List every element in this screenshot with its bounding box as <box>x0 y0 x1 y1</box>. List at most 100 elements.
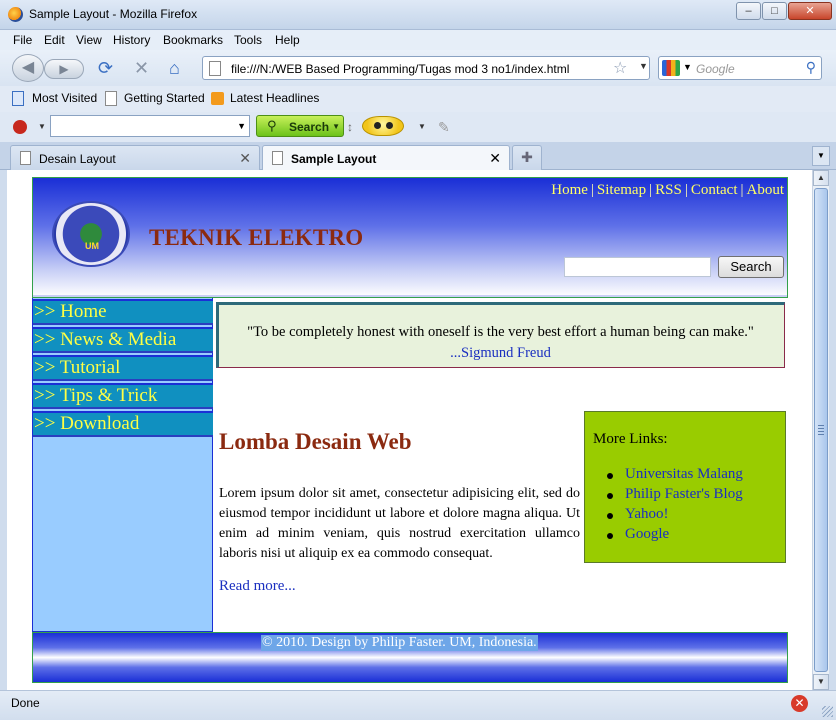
web-page: Home | Sitemap | RSS | Contact | About UM TEKNIK… <box>32 177 788 683</box>
sidebar: >> Home >> News & Media >> Tutorial >> T… <box>32 298 214 632</box>
close-tab-icon[interactable]: ✕ <box>239 150 251 167</box>
grip-icon <box>818 425 824 435</box>
menu-tools[interactable]: Tools <box>234 33 262 47</box>
university-logo: UM <box>52 201 130 267</box>
plus-icon: ✚ <box>521 149 533 165</box>
menu-view[interactable]: View <box>76 33 102 47</box>
highlighter-icon[interactable]: ✎ <box>438 119 450 136</box>
menu-edit[interactable]: Edit <box>44 33 65 47</box>
link-yahoo[interactable]: Yahoo! <box>593 506 743 526</box>
toolbar-separator-icon: ↕ <box>347 120 353 134</box>
site-title: TEKNIK ELEKTRO <box>149 225 364 250</box>
smiley-icon[interactable] <box>362 116 404 136</box>
toolbar-search-combo[interactable]: ▼ <box>50 115 250 137</box>
stop-icon[interactable]: ✕ <box>134 58 149 78</box>
scroll-down-button[interactable]: ▼ <box>813 674 829 690</box>
forward-button[interactable]: ▶ <box>44 59 84 79</box>
site-search-button[interactable]: Search <box>718 256 784 278</box>
main-content: "To be completely honest with oneself is… <box>213 298 788 632</box>
menu-bookmarks[interactable]: Bookmarks <box>163 33 223 47</box>
maximize-button[interactable]: □ <box>762 2 787 20</box>
bookmark-latest-headlines[interactable]: Latest Headlines <box>230 91 319 105</box>
toolbar-search-label: Search <box>289 120 330 134</box>
link-philip-faster-blog[interactable]: Philip Faster's Blog <box>593 486 743 506</box>
smiley-dropdown-icon[interactable]: ▼ <box>418 122 426 131</box>
search-engine-dropdown-icon[interactable]: ▼ <box>683 62 692 72</box>
rss-icon <box>211 92 224 105</box>
tab-label: Sample Layout <box>291 152 377 166</box>
tab-list-button[interactable]: ▼ <box>812 146 830 166</box>
bookmark-getting-started[interactable]: Getting Started <box>124 91 205 105</box>
tab-bar: Desain Layout ✕ Sample Layout ✕ ✚ ▼ <box>0 142 836 171</box>
combo-dropdown-icon[interactable]: ▼ <box>237 121 246 131</box>
resize-grip-icon[interactable] <box>822 706 833 717</box>
search-icon[interactable]: ⚲ <box>806 59 816 76</box>
window-title: Sample Layout - Mozilla Firefox <box>29 7 198 21</box>
reload-icon[interactable]: ⟳ <box>98 58 113 78</box>
chevron-down-icon: ▼ <box>817 151 825 160</box>
web-search-box[interactable]: ▼ Google ⚲ <box>658 56 822 80</box>
toolbar-search-dropdown-icon[interactable]: ▼ <box>332 122 340 131</box>
tab-desain-layout[interactable]: Desain Layout ✕ <box>10 145 260 170</box>
link-google[interactable]: Google <box>593 526 743 546</box>
logo-text: UM <box>85 241 99 251</box>
tab-sample-layout[interactable]: Sample Layout ✕ <box>262 145 510 171</box>
link-universitas-malang[interactable]: Universitas Malang <box>593 466 743 486</box>
getting-started-icon <box>105 91 117 106</box>
top-links: Home | Sitemap | RSS | Contact | About <box>551 182 784 199</box>
tab-page-icon <box>20 151 31 165</box>
close-window-button[interactable]: ✕ <box>788 2 832 20</box>
bookmark-star-icon[interactable]: ☆ <box>613 58 627 78</box>
toolbar-search-button[interactable]: ⚲ Search ▼ <box>256 115 344 137</box>
new-tab-button[interactable]: ✚ <box>512 145 542 170</box>
top-link-sitemap[interactable]: Sitemap <box>597 182 646 198</box>
read-more-link[interactable]: Read more... <box>219 578 296 595</box>
article-title: Lomba Desain Web <box>219 429 412 454</box>
quote-text: "To be completely honest with oneself is… <box>247 324 754 340</box>
more-links-heading: More Links: <box>593 431 668 447</box>
site-footer: © 2010. Design by Philip Faster. UM, Ind… <box>32 632 788 683</box>
site-header: Home | Sitemap | RSS | Contact | About UM TEKNIK… <box>32 177 788 298</box>
menu-file[interactable]: File <box>13 33 32 47</box>
site-search-input[interactable] <box>564 257 711 277</box>
forward-arrow-icon: ▶ <box>59 62 69 76</box>
top-link-home[interactable]: Home <box>551 182 588 198</box>
address-bar[interactable]: file:///N:/WEB Based Programming/Tugas m… <box>202 56 650 80</box>
top-link-about[interactable]: About <box>747 182 785 198</box>
menu-help[interactable]: Help <box>275 33 300 47</box>
url-text: file:///N:/WEB Based Programming/Tugas m… <box>231 62 570 76</box>
sidebar-item-download[interactable]: >> Download <box>33 411 214 437</box>
ladybug-dropdown-icon[interactable]: ▼ <box>38 122 46 131</box>
url-dropdown-icon[interactable]: ▼ <box>639 61 648 71</box>
bookmark-most-visited[interactable]: Most Visited <box>32 91 97 105</box>
sidebar-item-tips-trick[interactable]: >> Tips & Trick <box>33 383 214 409</box>
menu-bar: File Edit View History Bookmarks Tools H… <box>0 30 836 50</box>
sidebar-item-home[interactable]: >> Home <box>33 299 214 325</box>
menu-history[interactable]: History <box>113 33 150 47</box>
firefox-icon <box>8 7 23 22</box>
home-icon[interactable]: ⌂ <box>169 58 180 78</box>
google-icon[interactable] <box>662 60 680 76</box>
title-bar: Sample Layout - Mozilla Firefox – □ ✕ <box>0 0 836 30</box>
vertical-scrollbar[interactable]: ▲ ▼ <box>812 170 829 690</box>
close-tab-icon[interactable]: ✕ <box>489 150 501 167</box>
back-button[interactable]: ◀ <box>12 54 44 82</box>
top-link-contact[interactable]: Contact <box>691 182 738 198</box>
most-visited-icon <box>12 91 24 106</box>
sidebar-item-tutorial[interactable]: >> Tutorial <box>33 355 214 381</box>
tab-page-icon <box>272 151 283 165</box>
sidebar-item-news-media[interactable]: >> News & Media <box>33 327 214 353</box>
ladybug-icon[interactable] <box>13 120 27 134</box>
magnifier-icon: ⚲ <box>267 118 277 133</box>
minimize-button[interactable]: – <box>736 2 761 20</box>
page-icon <box>209 61 221 76</box>
scrollbar-thumb[interactable] <box>814 188 828 672</box>
scroll-up-button[interactable]: ▲ <box>813 170 829 186</box>
stop-status-icon[interactable]: ✕ <box>791 695 808 712</box>
quote-author: ...Sigmund Freud <box>450 345 551 361</box>
bookmarks-toolbar: Most Visited Getting Started Latest Head… <box>0 86 836 112</box>
quote-box: "To be completely honest with oneself is… <box>216 302 785 368</box>
web-search-placeholder: Google <box>696 62 735 76</box>
top-link-rss[interactable]: RSS <box>655 182 682 198</box>
status-text: Done <box>11 696 40 710</box>
